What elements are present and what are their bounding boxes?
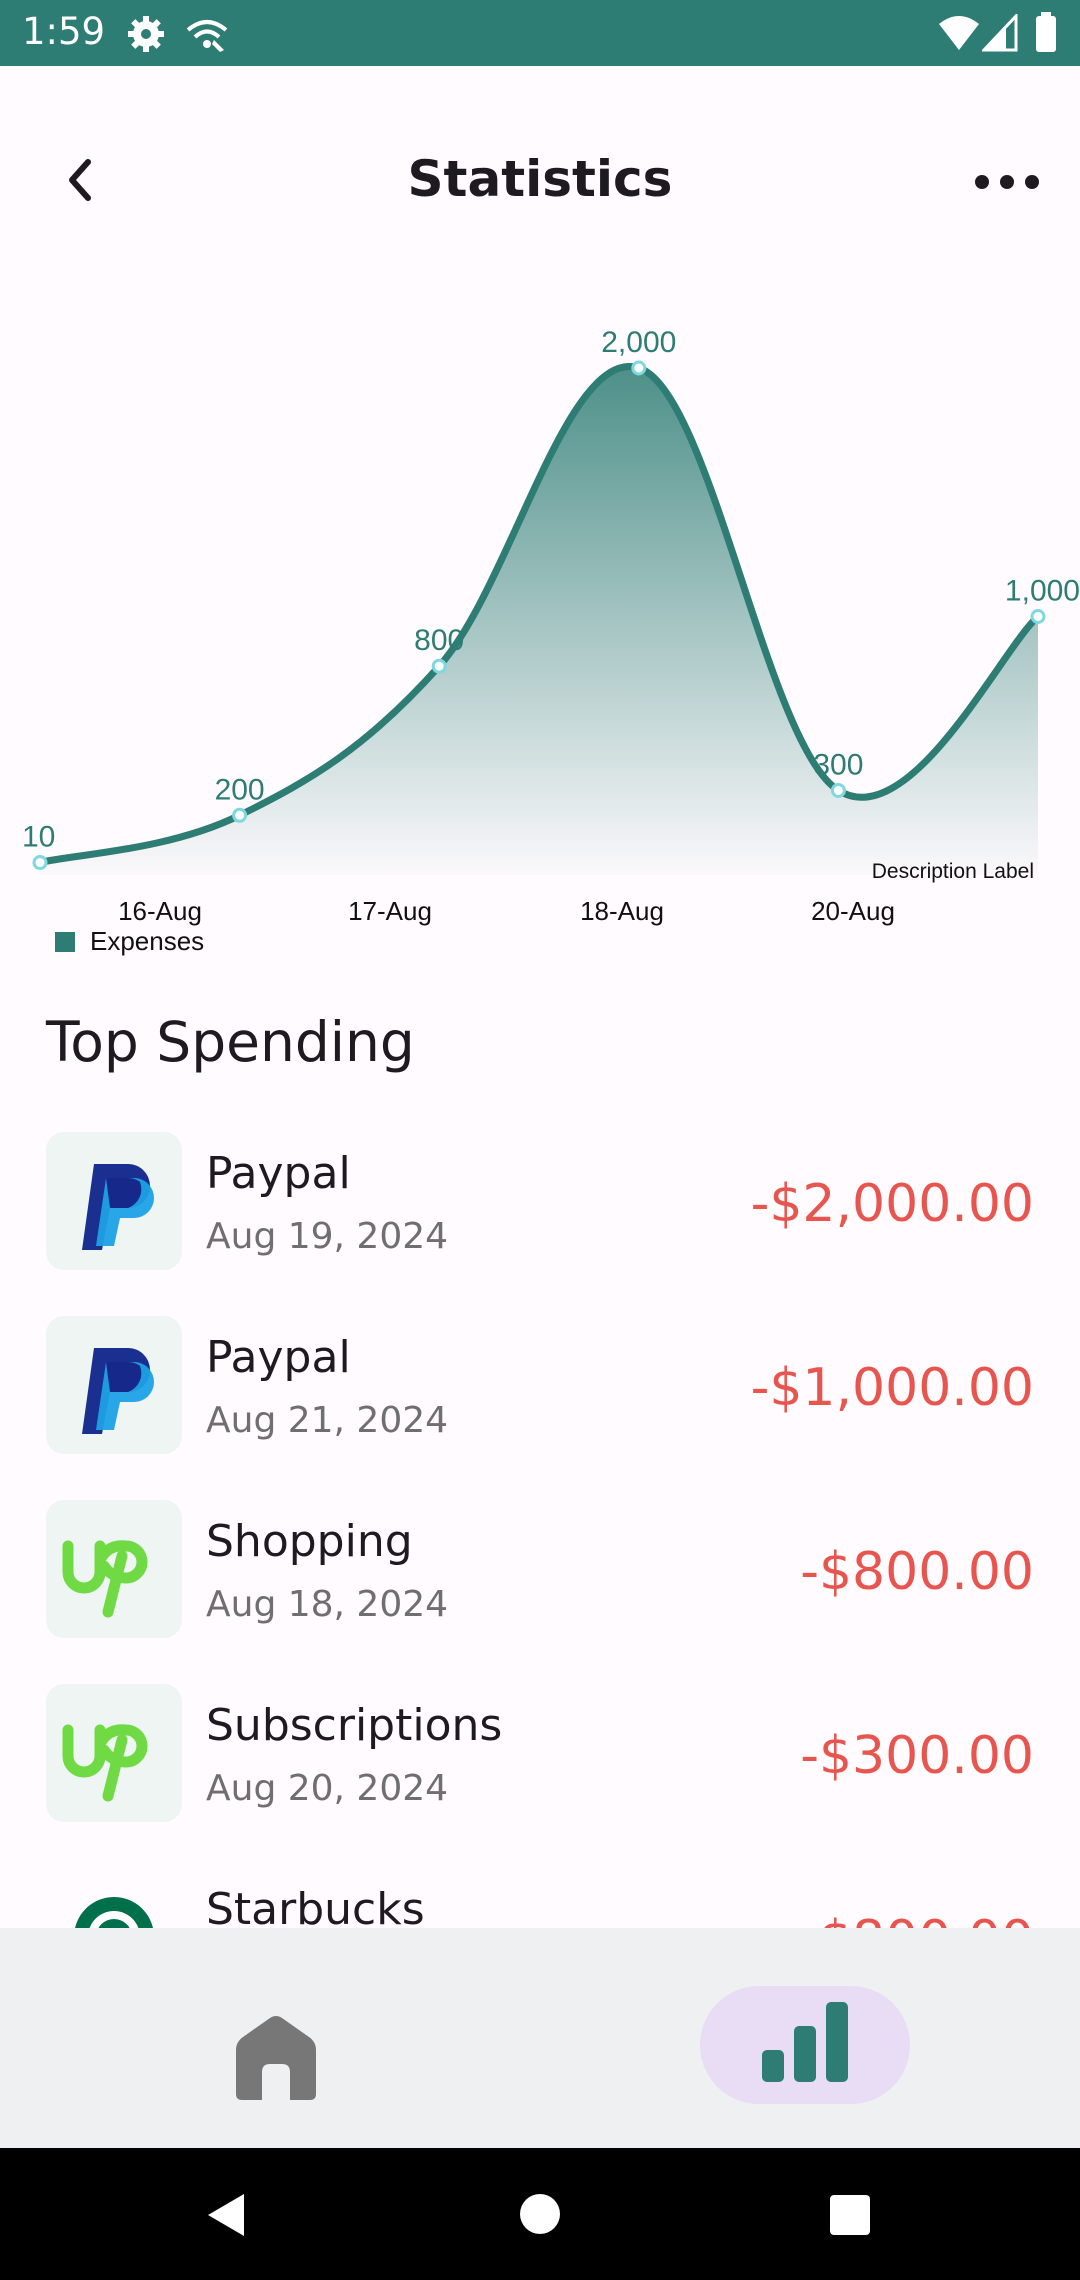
- item-amount: -$1,000.00: [750, 1358, 1034, 1418]
- wifi-calling-icon: [186, 20, 228, 52]
- status-time: 1:59: [22, 10, 106, 53]
- item-name: Paypal: [206, 1332, 351, 1383]
- system-navigation-bar: [0, 2148, 1080, 2280]
- top-spending-list: Paypal Aug 19, 2024 -$2,000.00 Paypal Au…: [0, 1128, 1080, 1928]
- list-item[interactable]: Subscriptions Aug 20, 2024 -$300.00: [0, 1680, 1080, 1830]
- paypal-logo-icon: [82, 1348, 154, 1434]
- legend-label: Expenses: [90, 926, 204, 956]
- upwork-logo-box: [46, 1500, 182, 1638]
- nav-statistics-tab[interactable]: [700, 1986, 910, 2104]
- data-label: 200: [215, 773, 265, 806]
- x-tick-label: 18-Aug: [580, 896, 664, 926]
- paypal-logo-box: [46, 1316, 182, 1454]
- upwork-logo-box: [46, 1684, 182, 1822]
- settings-icon: [128, 16, 164, 52]
- upwork-logo-icon: [62, 1724, 148, 1802]
- bottom-navigation: [0, 1928, 1080, 2148]
- description-label: Description Label: [872, 860, 1034, 883]
- list-item[interactable]: Paypal Aug 21, 2024 -$1,000.00: [0, 1312, 1080, 1462]
- upwork-logo-icon: [62, 1540, 148, 1618]
- starbucks-logo-box: [46, 1868, 182, 1928]
- item-amount: -$2,000.00: [750, 1174, 1034, 1234]
- data-point: [232, 807, 248, 823]
- data-point: [32, 855, 48, 871]
- x-tick-label: 17-Aug: [348, 896, 432, 926]
- list-item[interactable]: Starbucks -$800.00: [0, 1864, 1080, 1928]
- data-label: 2,000: [601, 326, 676, 359]
- wifi-icon: [939, 16, 979, 50]
- paypal-logo-icon: [82, 1164, 154, 1250]
- item-date: Aug 20, 2024: [206, 1768, 449, 1809]
- more-options-button[interactable]: [972, 162, 1042, 202]
- item-name: Shopping: [206, 1516, 413, 1567]
- item-name: Paypal: [206, 1148, 351, 1199]
- item-name: Starbucks: [206, 1884, 425, 1928]
- item-name: Subscriptions: [206, 1700, 503, 1751]
- bar-chart-icon: [762, 2002, 848, 2082]
- starbucks-logo-icon: [75, 1897, 153, 1928]
- item-amount: -$800.00: [800, 1910, 1034, 1928]
- data-label: 1,000: [1005, 575, 1080, 608]
- paypal-logo-box: [46, 1132, 182, 1270]
- top-spending-title: Top Spending: [46, 1010, 415, 1074]
- list-item[interactable]: Paypal Aug 19, 2024 -$2,000.00: [0, 1128, 1080, 1278]
- cell-signal-icon: [982, 14, 1018, 52]
- status-bar: 1:59: [0, 0, 1080, 66]
- data-point: [830, 782, 846, 798]
- list-item[interactable]: Shopping Aug 18, 2024 -$800.00: [0, 1496, 1080, 1646]
- battery-icon: [1036, 12, 1056, 52]
- data-label: 300: [813, 748, 863, 781]
- item-amount: -$800.00: [800, 1542, 1034, 1602]
- expenses-chart-svg: 10 200 800 2,000 300 1,000 16-Aug 17-Aug 18-Aug…: [22, 326, 1080, 956]
- system-back-icon[interactable]: [204, 2192, 248, 2238]
- home-icon[interactable]: [226, 2006, 326, 2106]
- x-tick-label: 16-Aug: [118, 896, 202, 926]
- item-amount: -$300.00: [800, 1726, 1034, 1786]
- data-label: 800: [414, 624, 464, 657]
- x-tick-label: 20-Aug: [811, 896, 895, 926]
- legend-swatch: [55, 932, 75, 952]
- system-home-icon[interactable]: [518, 2192, 562, 2236]
- expenses-chart: 10 200 800 2,000 300 1,000 16-Aug 17-Aug 18-Aug…: [0, 300, 1080, 970]
- data-point: [1030, 609, 1046, 624]
- data-point: [631, 360, 647, 376]
- data-point: [431, 658, 447, 674]
- item-date: Aug 19, 2024: [206, 1216, 449, 1257]
- system-recents-icon[interactable]: [828, 2194, 872, 2236]
- data-label: 10: [22, 821, 55, 854]
- item-date: Aug 21, 2024: [206, 1400, 449, 1441]
- page-title: Statistics: [407, 150, 673, 208]
- expenses-area: [40, 366, 1038, 875]
- item-date: Aug 18, 2024: [206, 1584, 449, 1625]
